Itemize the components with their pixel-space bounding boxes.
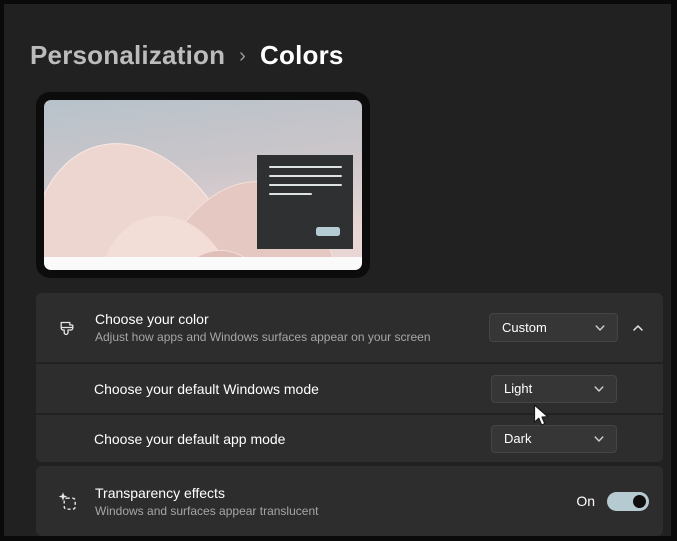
theme-preview [36,92,370,278]
toggle-state-label: On [576,493,595,509]
collapse-section-button[interactable] [631,321,645,335]
color-mode-dropdown-value: Custom [502,320,547,335]
setting-row-choose-your-color[interactable]: Choose your color Adjust how apps and Wi… [36,293,663,362]
windows-mode-dropdown-value: Light [504,381,532,396]
setting-row-transparency-effects: Transparency effects Windows and surface… [36,466,663,536]
setting-row-app-mode: Choose your default app mode Dark [36,415,663,462]
app-mode-label: Choose your default app mode [94,431,491,447]
breadcrumb: Personalization › Colors [30,40,344,71]
app-mode-dropdown[interactable]: Dark [491,425,617,453]
setting-subtitle: Adjust how apps and Windows surfaces app… [95,330,489,344]
preview-text-line [269,193,312,195]
preview-text-line [269,175,342,177]
color-mode-dropdown[interactable]: Custom [489,313,618,342]
mouse-cursor [533,404,551,434]
chevron-down-icon [593,383,605,395]
theme-preview-screen [44,100,362,270]
windows-mode-dropdown[interactable]: Light [491,375,617,403]
transparency-sparkle-icon [57,491,77,511]
app-mode-dropdown-value: Dark [504,431,531,446]
preview-text-line [269,184,342,186]
preview-app-window [257,155,353,249]
setting-subtitle: Windows and surfaces appear translucent [95,504,576,518]
settings-window: Personalization › Colors [0,0,677,541]
preview-accent-button [316,227,340,236]
preview-text-line [269,166,342,168]
toggle-knob [633,495,646,508]
transparency-toggle[interactable] [607,492,649,511]
setting-row-windows-mode: Choose your default Windows mode Light [36,364,663,413]
breadcrumb-personalization[interactable]: Personalization [30,40,225,71]
setting-title: Transparency effects [95,485,576,501]
breadcrumb-separator-icon: › [239,43,246,68]
windows-mode-label: Choose your default Windows mode [94,381,491,397]
preview-taskbar [44,257,362,270]
chevron-down-icon [594,322,606,334]
setting-title: Choose your color [95,311,489,327]
colors-settings-page: Personalization › Colors [4,4,671,536]
page-title: Colors [260,40,344,71]
paintbrush-icon [57,318,77,338]
chevron-down-icon [593,433,605,445]
